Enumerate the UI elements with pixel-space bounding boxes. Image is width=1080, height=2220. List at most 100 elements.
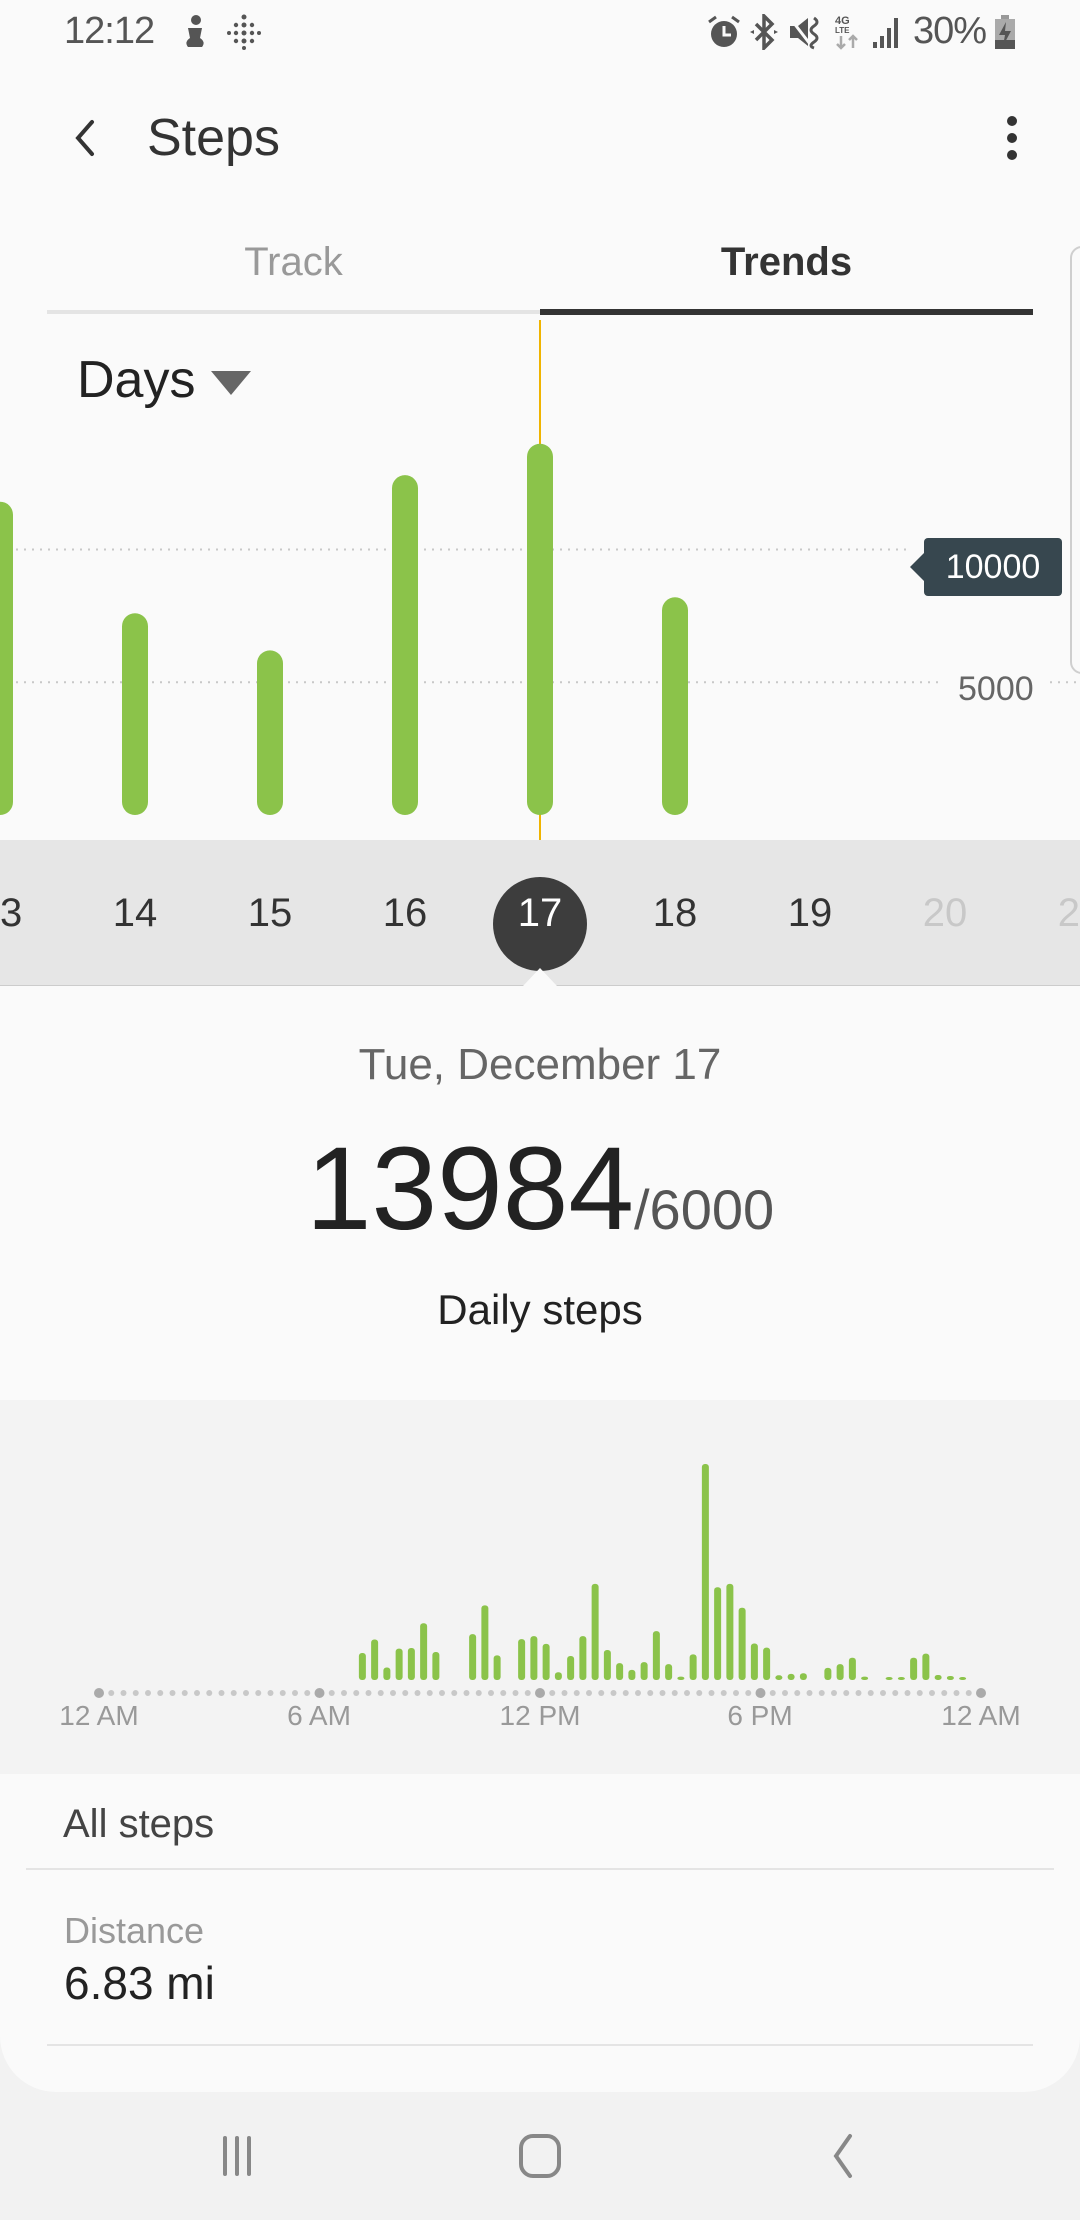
system-back-button[interactable] [806,2126,876,2186]
day-18[interactable]: 18 [625,880,725,946]
tab-underline [47,310,540,314]
home-button[interactable] [505,2126,575,2186]
navigation-bar [0,2092,1080,2220]
axis-dot [671,1690,678,1696]
tab-active-indicator [540,309,1033,315]
hour-label-12am: 12 AM [59,1700,139,1731]
hourly-bar [432,1651,440,1680]
hourly-bar [567,1656,575,1680]
hourly-bar [714,1587,722,1680]
axis-dot [561,1690,568,1696]
signal-icon [872,14,902,50]
day-13[interactable]: 13 [0,880,50,946]
hourly-bar [910,1657,918,1680]
axis-dot [230,1690,237,1696]
battery-percent: 30% [912,10,987,52]
axis-dot [524,1690,531,1696]
axis-dot [402,1690,409,1696]
steps-goal: /6000 [634,1178,775,1241]
app-bar: Steps [0,90,1080,186]
day-21[interactable]: 21 [1030,880,1080,946]
summary-date: Tue, December 17 [358,1040,722,1089]
daily-bar-13[interactable] [0,501,13,815]
hourly-bar [848,1657,856,1680]
axis-dot [426,1690,433,1696]
hourly-bar [358,1653,366,1680]
hour-label-12pm: 12 PM [499,1700,581,1731]
axis-major-dot [535,1688,545,1698]
hourly-bar [726,1583,734,1680]
axis-dot [622,1690,629,1696]
daily-bar-15[interactable] [257,650,283,815]
day-20[interactable]: 20 [895,880,995,946]
day-15[interactable]: 15 [220,880,320,946]
more-options-button[interactable] [982,108,1042,168]
back-icon [833,2134,852,2178]
daily-bar-16[interactable] [392,475,418,815]
axis-dot [108,1690,115,1696]
axis-dot [916,1690,923,1696]
hourly-bar [824,1667,832,1680]
bluetooth-icon [748,11,780,53]
tab-trends[interactable]: Trends [540,230,1033,314]
axis-dot [365,1690,372,1696]
axis-dot [941,1690,948,1696]
battery-charging-icon [994,14,1016,50]
hourly-bar [420,1623,428,1680]
day-14[interactable]: 14 [85,880,185,946]
axis-dot [855,1690,862,1696]
axis-dot [794,1690,801,1696]
hourly-bar [861,1676,869,1680]
axis-dot [120,1690,127,1696]
back-button[interactable] [56,108,116,168]
svg-text:LTE: LTE [835,26,850,35]
home-icon [519,2134,561,2178]
axis-dot [904,1690,911,1696]
axis-dot [831,1690,837,1696]
day-19[interactable]: 19 [760,880,860,946]
axis-dot [267,1690,274,1696]
hourly-bar [652,1631,660,1680]
fitbit-icon [226,14,262,50]
axis-dot [463,1690,470,1696]
hourly-bar [787,1673,795,1680]
accessibility-icon [178,14,212,50]
app-screen: 12:12 4G LTE 30% Steps Track Trends Days… [0,0,1080,2092]
day-17[interactable]: 17 [490,880,590,946]
tab-track[interactable]: Track [47,230,540,314]
axis-dot [647,1690,654,1696]
hourly-bar [799,1673,807,1680]
hourly-bar [530,1636,538,1680]
axis-dot [390,1690,396,1696]
hourly-bar [493,1655,501,1680]
hourly-bar [763,1647,771,1680]
axis-dot [439,1690,445,1696]
goal-tag: 10000 [910,538,1062,596]
date-strip[interactable]: 13 14 15 16 17 18 19 20 21 [0,840,1080,986]
hourly-bar [554,1672,562,1680]
day-16[interactable]: 16 [355,880,455,946]
all-steps-item[interactable]: All steps [26,1774,1054,1870]
hourly-bar [395,1648,403,1680]
distance-label: Distance [64,1910,205,1951]
axis-dot [341,1690,347,1696]
hourly-bar [383,1667,391,1680]
recents-button[interactable] [202,2126,272,2186]
daily-bar-14[interactable] [122,613,148,815]
axis-dot [880,1690,886,1696]
axis-dot [610,1690,617,1696]
axis-dot [488,1690,494,1696]
hourly-bar [407,1647,415,1680]
hourly-bar [738,1607,746,1680]
4g-lte-icon: 4G LTE [834,14,860,50]
hourly-steps-chart: 12 AM 6 AM 12 PM 6 PM 12 AM [0,1400,1080,1774]
hourly-bar [897,1677,905,1680]
hourly-bar [628,1669,636,1680]
distance-value: 6.83 mi [64,1957,215,2009]
axis-dot [586,1690,592,1696]
status-time: 12:12 [64,10,155,52]
daily-bar-18[interactable] [662,597,688,815]
daily-bar-17[interactable] [527,443,553,815]
period-dropdown[interactable]: Days [77,350,252,410]
axis-dot [684,1690,690,1696]
